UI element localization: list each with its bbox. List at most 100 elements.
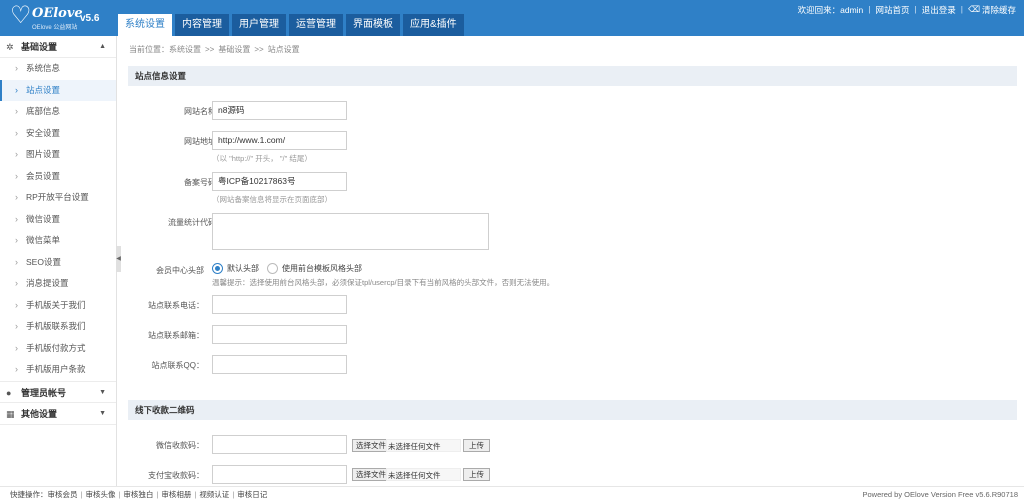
quick-actions: 快捷操作：审核会员 | 审核头像 | 审核独白 | 审核相册 | 视频认证 | 审核日记 [10, 487, 267, 502]
chevron-right-icon: › [15, 192, 18, 202]
breadcrumb-root: 当前位置：系统设置 [129, 45, 201, 54]
radio-theme-header[interactable] [267, 263, 278, 274]
wechat-qrcode-label: 微信收款码： [156, 441, 204, 450]
sidebar-item-label: 安全设置 [26, 127, 61, 138]
main-nav-tabs: 系统设置 内容管理 用户管理 运营管理 界面模板 应用&插件 [118, 14, 467, 36]
breadcrumb-level2: 基础设置 [218, 45, 251, 54]
sidebar-item-system-info[interactable]: › 系统信息 [0, 58, 116, 80]
heart-logo-icon: ♡ [10, 2, 32, 29]
site-url-label: 网站地址 [184, 137, 216, 146]
alipay-upload-button[interactable]: 上传 [463, 468, 490, 481]
site-name-input[interactable]: n8源码 [212, 101, 347, 120]
sidebar-item-wechat-settings[interactable]: › 微信设置 [0, 209, 116, 231]
radio-theme-header-label: 使用前台模板风格头部 [282, 264, 362, 273]
clear-cache-link[interactable]: 清除缓存 [982, 4, 1016, 16]
breadcrumb-separator: >> [254, 45, 264, 54]
top-bar: ♡ OElove OElove 公益网站 v5.6 系统设置 内容管理 用户管理… [0, 0, 1024, 36]
top-links: 欢迎回来：admin | 网站首页 | 退出登录 | ⌫ 清除缓存 [798, 4, 1016, 16]
divider: | [232, 490, 235, 499]
sidebar-item-member-settings[interactable]: › 会员设置 [0, 166, 116, 188]
chevron-right-icon: › [15, 84, 18, 95]
quick-link-review-avatars[interactable]: 审核头像 [85, 490, 115, 499]
alipay-qrcode-label: 支付宝收款码： [148, 471, 204, 480]
sidebar-item-wechat-menu[interactable]: › 微信菜单 [0, 230, 116, 252]
phone-label: 站点联系电话： [148, 301, 204, 310]
chevron-right-icon: › [15, 213, 18, 224]
breadcrumb-separator: >> [205, 45, 215, 54]
quick-link-review-members[interactable]: 审核会员 [48, 490, 78, 499]
qq-input[interactable] [212, 355, 347, 374]
quick-link-review-diary[interactable]: 审核日记 [237, 490, 267, 499]
welcome-text: 欢迎回来：admin [797, 5, 864, 15]
user-icon: ● [6, 387, 12, 398]
sidebar-group-other-settings[interactable]: ▦ 其他设置 ▼ [0, 403, 116, 425]
caret-up-icon: ▲ [99, 43, 106, 50]
chevron-right-icon: › [15, 278, 18, 288]
radio-default-header-label: 默认头部 [227, 264, 259, 273]
sidebar-item-mobile-about[interactable]: › 手机版关于我们 [0, 295, 116, 317]
sidebar-item-security[interactable]: › 安全设置 [0, 123, 116, 145]
breadcrumb: 当前位置：系统设置 >> 基础设置 >> 站点设置 [129, 44, 300, 55]
tab-user-management[interactable]: 用户管理 [232, 14, 286, 36]
email-input[interactable] [212, 325, 347, 344]
tab-content-management[interactable]: 内容管理 [175, 14, 229, 36]
sidebar-item-image-settings[interactable]: › 图片设置 [0, 144, 116, 166]
sidebar-item-label: 站点设置 [26, 84, 61, 95]
qrcode-panel-title: 线下收款二维码 [128, 400, 1017, 420]
stats-code-textarea[interactable] [212, 213, 489, 250]
sidebar-item-footer-info[interactable]: › 底部信息 [0, 101, 116, 123]
chevron-right-icon: › [15, 63, 18, 73]
chevron-right-icon: › [15, 364, 18, 374]
email-label: 站点联系邮箱： [148, 331, 204, 340]
wechat-choose-file-button[interactable]: 选择文件 [352, 439, 390, 452]
sidebar-item-rp-open-platform[interactable]: › RP开放平台设置 [0, 187, 116, 209]
sidebar-item-mobile-terms[interactable]: › 手机版用户条款 [0, 359, 116, 381]
alipay-choose-file-button[interactable]: 选择文件 [352, 468, 390, 481]
sidebar-item-label: 消息提设置 [26, 278, 69, 288]
radio-default-header[interactable] [212, 263, 223, 274]
chevron-right-icon: › [15, 299, 18, 310]
sidebar-item-label: 微信菜单 [26, 235, 61, 245]
sidebar-item-mobile-payment[interactable]: › 手机版付款方式 [0, 338, 116, 360]
chevron-right-icon: › [15, 106, 18, 116]
sidebar-group-label: 其他设置 [21, 408, 58, 419]
quick-link-video-verify[interactable]: 视频认证 [199, 490, 229, 499]
chevron-right-icon: › [15, 321, 18, 331]
home-link[interactable]: 网站首页 [875, 4, 909, 16]
quick-link-review-albums[interactable]: 审核相册 [161, 490, 191, 499]
sidebar-item-mobile-contact[interactable]: › 手机版联系我们 [0, 316, 116, 338]
qq-label: 站点联系QQ： [151, 361, 204, 370]
tab-operations[interactable]: 运营管理 [289, 14, 343, 36]
sidebar: ✲ 基础设置 ▲ › 系统信息 › 站点设置 › 底部信息 › 安全设置 › 图片设置 ›… [0, 36, 117, 486]
footer-bar: 快捷操作：审核会员 | 审核头像 | 审核独白 | 审核相册 | 视频认证 | 审核日记 Power… [0, 486, 1024, 502]
tab-system-settings[interactable]: 系统设置 [118, 14, 172, 36]
sidebar-item-label: 底部信息 [26, 106, 61, 116]
icp-input[interactable]: 粤ICP备10217863号 [212, 172, 347, 191]
site-url-hint: （以 "http://" 开头， "/" 结尾） [212, 154, 312, 163]
sidebar-item-message-settings[interactable]: › 消息提设置 [0, 273, 116, 295]
sidebar-item-label: 会员设置 [26, 170, 61, 181]
tab-apps-plugins[interactable]: 应用&插件 [403, 14, 464, 36]
quick-link-review-monologue[interactable]: 审核独白 [123, 490, 153, 499]
site-name-label: 网站名称 [184, 107, 216, 116]
breadcrumb-current: 站点设置 [267, 45, 300, 54]
site-url-input[interactable]: http://www.1.com/ [212, 131, 347, 150]
sidebar-item-label: 系统信息 [26, 63, 61, 73]
sidebar-item-site-settings[interactable]: › 站点设置 [0, 79, 116, 101]
divider: | [80, 490, 83, 499]
sidebar-group-basic-settings[interactable]: ✲ 基础设置 ▲ [0, 36, 116, 58]
sidebar-group-label: 基础设置 [21, 42, 58, 52]
divider: | [960, 4, 963, 14]
site-info-panel-title: 站点信息设置 [128, 66, 1017, 86]
version-label: v5.6 [80, 13, 100, 24]
phone-input[interactable] [212, 295, 347, 314]
wechat-upload-button[interactable]: 上传 [463, 439, 490, 452]
sidebar-item-seo[interactable]: › SEO设置 [0, 252, 116, 274]
logout-link[interactable]: 退出登录 [922, 4, 956, 16]
sidebar-item-label: RP开放平台设置 [26, 192, 89, 202]
chevron-right-icon: › [15, 235, 18, 245]
tab-templates[interactable]: 界面模板 [346, 14, 400, 36]
sidebar-item-label: 手机版关于我们 [26, 299, 86, 310]
sidebar-group-admin-accounts[interactable]: ● 管理员帐号 ▼ [0, 380, 116, 403]
logo[interactable]: ♡ OElove OElove 公益网站 v5.6 [10, 4, 115, 32]
